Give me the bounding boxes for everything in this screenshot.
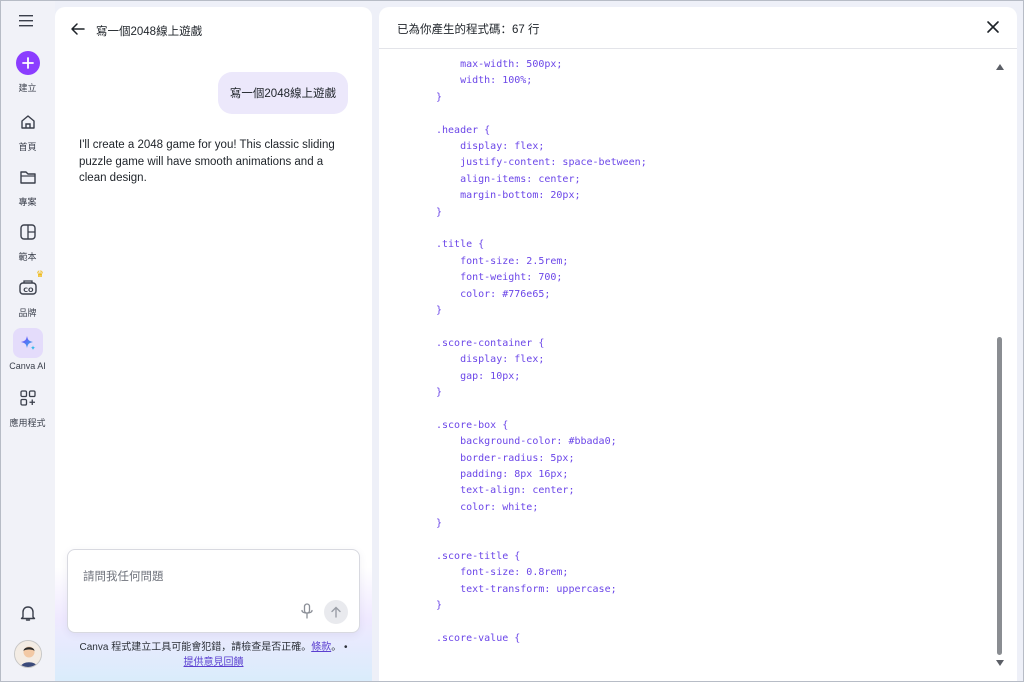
code-line: margin-bottom: 20px; xyxy=(436,190,581,202)
code-line: } xyxy=(436,206,443,218)
rail-item-home[interactable]: 首頁 xyxy=(0,107,55,153)
svg-text:CO: CO xyxy=(23,286,34,294)
code-line: display: flex; xyxy=(436,141,545,152)
rail-item-label: 專案 xyxy=(18,197,37,207)
ai-response-message: I'll create a 2048 game for you! This cl… xyxy=(79,139,335,184)
rail-item-canva-ai[interactable]: Canva AI xyxy=(0,328,55,371)
rail-item-label: 建立 xyxy=(18,83,37,93)
folder-icon xyxy=(19,171,36,184)
terms-link[interactable]: 條款 xyxy=(311,642,331,653)
scroll-up-arrow-icon[interactable] xyxy=(996,64,1004,70)
code-viewer[interactable]: max-width: 500px; width: 100%;} .header {… xyxy=(379,59,999,669)
rail-item-label: 品牌 xyxy=(18,308,37,318)
avatar[interactable] xyxy=(14,640,42,668)
create-button[interactable] xyxy=(13,48,43,78)
code-line: .score-container { xyxy=(436,337,545,349)
scrollbar[interactable] xyxy=(995,59,1005,669)
sparkle-icon xyxy=(20,336,35,351)
code-line: border-radius: 5px; xyxy=(436,452,575,464)
code-panel: 已為你產生的程式碼：67 行 max-width: 500px; width: … xyxy=(379,7,1017,682)
rail-item-label: 範本 xyxy=(18,252,37,262)
disclaimer: Canva 程式建立工具可能會犯錯，請檢查是否正確。條款。 • 提供意見回饋 xyxy=(55,640,372,670)
code-line: font-size: 2.5rem; xyxy=(436,255,569,267)
crown-icon: ♛ xyxy=(36,269,45,279)
code-line: .score-value { xyxy=(436,633,521,644)
notifications-button[interactable] xyxy=(0,598,55,628)
home-icon xyxy=(20,115,35,129)
code-line: } xyxy=(436,600,443,612)
code-line: } xyxy=(436,387,443,398)
code-line: background-color: #bbada0; xyxy=(436,436,617,448)
scroll-down-arrow-icon[interactable] xyxy=(996,660,1004,666)
code-line: } xyxy=(436,305,443,316)
code-line: justify-content: space-between; xyxy=(436,157,647,169)
apps-icon xyxy=(19,390,36,406)
bell-icon xyxy=(20,606,35,621)
brand-icon: CO xyxy=(18,280,37,295)
code-line: font-weight: 700; xyxy=(436,272,563,284)
rail-item-label: 應用程式 xyxy=(9,418,46,428)
rail-item-templates[interactable]: 範本 xyxy=(0,217,55,263)
code-line: padding: 8px 16px; xyxy=(436,469,569,480)
user-avatar-icon xyxy=(15,641,41,667)
disclaimer-separator: 。 • xyxy=(331,642,348,653)
rail-item-apps[interactable]: 應用程式 xyxy=(0,383,55,429)
disclaimer-text: Canva 程式建立工具可能會犯錯，請檢查是否正確。 xyxy=(79,642,312,653)
arrow-up-icon xyxy=(331,606,341,618)
rail-item-label: 首頁 xyxy=(18,142,37,152)
close-icon[interactable] xyxy=(986,20,1000,34)
code-line: display: flex; xyxy=(436,354,545,366)
code-line: font-size: 0.8rem; xyxy=(436,567,569,579)
rail-item-label: Canva AI xyxy=(9,361,46,371)
plus-icon xyxy=(21,57,34,69)
code-line: text-transform: uppercase; xyxy=(436,583,617,595)
code-line: } xyxy=(436,91,443,103)
code-header: 已為你產生的程式碼：67 行 xyxy=(379,7,1017,49)
code-line: } xyxy=(436,518,443,530)
code-line: .header { xyxy=(436,124,491,136)
feedback-link[interactable]: 提供意見回饋 xyxy=(184,657,244,668)
microphone-icon[interactable] xyxy=(300,603,314,619)
code-line: .score-title { xyxy=(436,551,521,562)
code-title: 已為你產生的程式碼：67 行 xyxy=(397,24,540,36)
hamburger-menu-icon[interactable] xyxy=(19,14,35,28)
send-button[interactable] xyxy=(324,600,348,624)
chat-input-placeholder[interactable]: 請問我任何問題 xyxy=(83,568,164,584)
chat-input-box[interactable]: 請問我任何問題 xyxy=(67,549,360,633)
rail-item-brand[interactable]: ♛ CO 品牌 xyxy=(0,269,55,319)
user-message-bubble: 寫一個2048線上遊戲 xyxy=(217,72,348,114)
code-line: max-width: 500px; xyxy=(436,59,563,70)
back-arrow-icon[interactable] xyxy=(70,21,86,37)
code-line: .title { xyxy=(436,239,485,251)
left-rail: 建立 首頁 專案 範本 ♛ CO 品牌 Canva AI 應用程式 xyxy=(0,0,55,682)
chat-title: 寫一個2048線上遊戲 xyxy=(96,26,203,38)
code-line: color: white; xyxy=(436,501,539,513)
scrollbar-thumb[interactable] xyxy=(997,337,1002,655)
rail-item-projects[interactable]: 專案 xyxy=(0,162,55,208)
code-line: .score-box { xyxy=(436,419,509,431)
code-line: gap: 10px; xyxy=(436,370,521,382)
code-line: color: #776e65; xyxy=(436,288,551,300)
code-line: text-align: center; xyxy=(436,485,575,497)
chat-panel: 寫一個2048線上遊戲 寫一個2048線上遊戲 I'll create a 20… xyxy=(55,7,372,682)
template-icon xyxy=(19,224,36,240)
code-line: width: 100%; xyxy=(436,75,533,87)
rail-item-create[interactable]: 建立 xyxy=(0,48,55,94)
code-line: align-items: center; xyxy=(436,173,581,185)
